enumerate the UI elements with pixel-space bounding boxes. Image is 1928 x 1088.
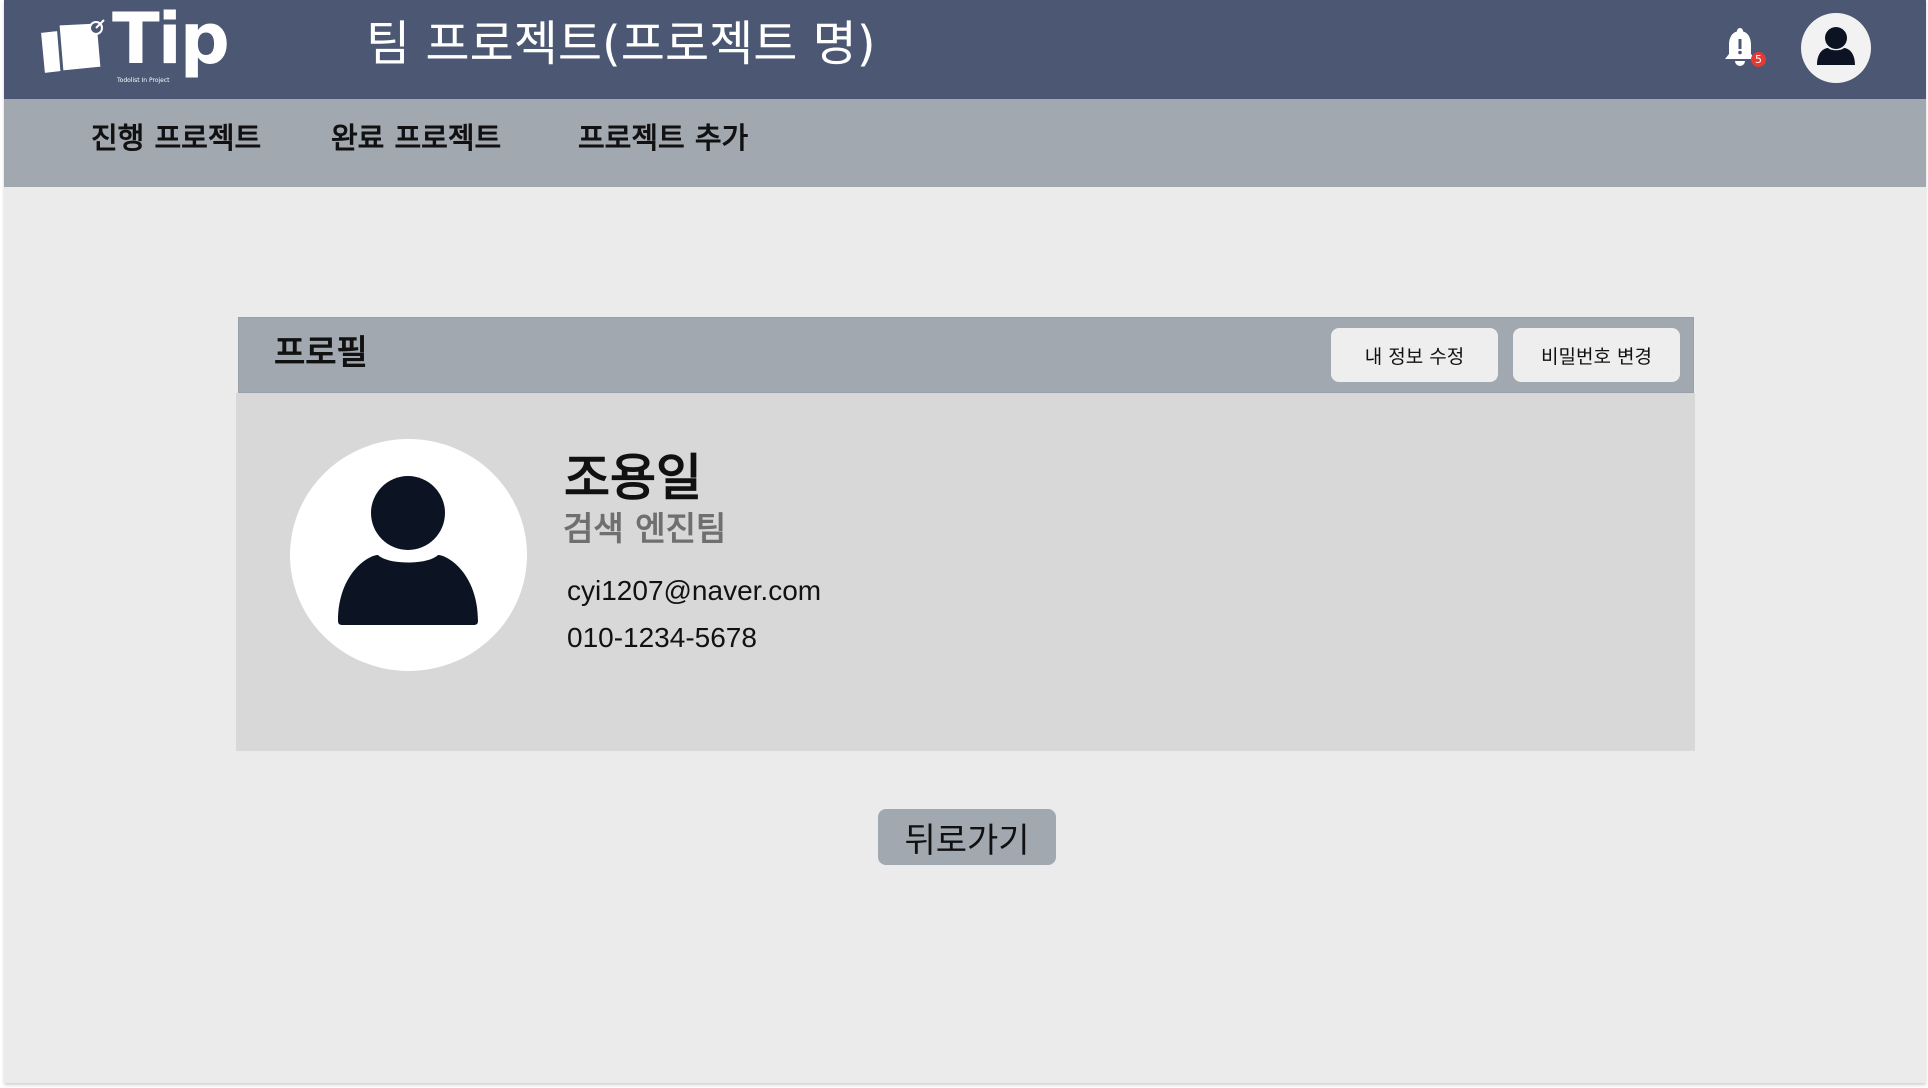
profile-phone: 010-1234-5678 bbox=[567, 622, 757, 653]
user-avatar-button[interactable] bbox=[1801, 13, 1871, 83]
logo-wordmark: Tip bbox=[112, 0, 230, 80]
profile-email: cyi1207@naver.com bbox=[567, 575, 822, 606]
profile-avatar bbox=[290, 439, 527, 671]
nav-item-ongoing-projects[interactable]: 진행 프로젝트 bbox=[91, 121, 261, 156]
page-title: 팀 프로젝트(프로젝트 명) bbox=[366, 16, 876, 72]
logo-subtitle: Todolist In Project bbox=[117, 77, 170, 84]
profile-card-title: 프로필 bbox=[274, 333, 368, 373]
user-icon bbox=[338, 476, 478, 625]
edit-profile-button[interactable]: 내 정보 수정 bbox=[1331, 328, 1498, 382]
notification-badge: 5 bbox=[1751, 52, 1766, 67]
user-icon bbox=[1817, 27, 1855, 65]
nav-bar bbox=[4, 99, 1926, 187]
change-password-button[interactable]: 비밀번호 변경 bbox=[1513, 328, 1680, 382]
top-header-bar bbox=[4, 0, 1926, 99]
app-window: Tip Todolist In Project 팀 프로젝트(프로젝트 명) 5… bbox=[4, 0, 1926, 1083]
sticky-notes-icon bbox=[38, 19, 105, 76]
nav-item-completed-projects[interactable]: 완료 프로젝트 bbox=[331, 121, 501, 156]
nav-item-add-project[interactable]: 프로젝트 추가 bbox=[578, 121, 748, 156]
back-button[interactable]: 뒤로가기 bbox=[878, 809, 1056, 865]
profile-name: 조용일 bbox=[564, 449, 702, 507]
app-logo[interactable]: Tip Todolist In Project bbox=[36, 4, 236, 88]
profile-team: 검색 엔진팀 bbox=[563, 509, 727, 548]
